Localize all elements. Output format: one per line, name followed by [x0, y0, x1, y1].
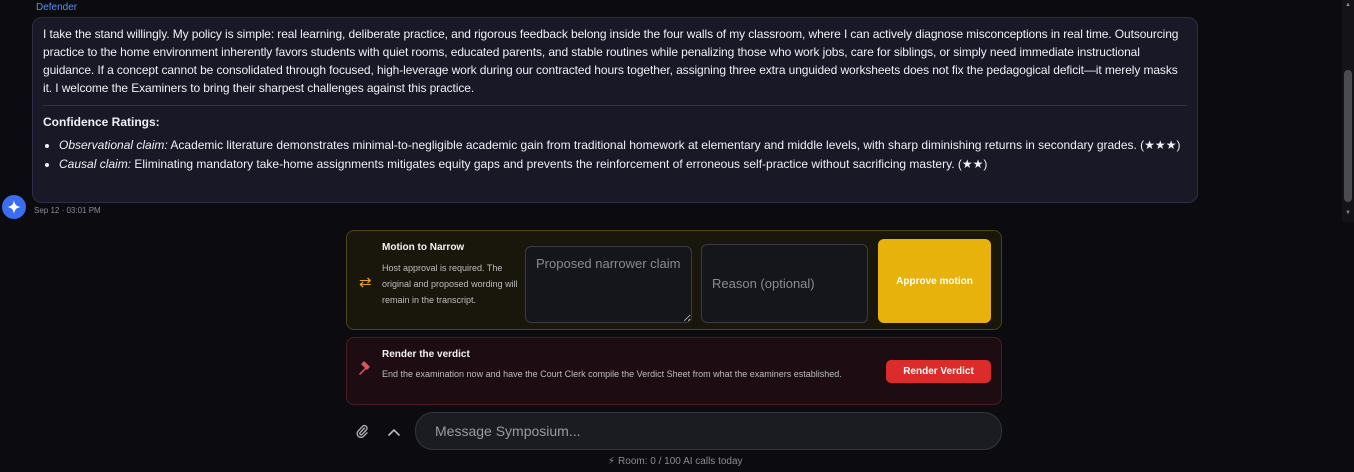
motion-title: Motion to Narrow: [382, 242, 465, 253]
render-verdict-panel: Render the verdict End the examination n…: [346, 337, 1002, 405]
reason-input[interactable]: [701, 244, 868, 323]
verdict-title: Render the verdict: [382, 349, 470, 360]
approve-motion-button[interactable]: Approve motion: [878, 239, 991, 323]
rating-label: Observational claim:: [59, 138, 168, 152]
rating-text: Eliminating mandatory take-home assignme…: [131, 157, 988, 171]
gavel-icon: [358, 360, 374, 380]
usage-status: ⚡︎ Room: 0 / 100 AI calls today: [608, 456, 743, 467]
motion-description: Host approval is required. The original …: [382, 263, 518, 305]
message-paragraph: I take the stand willingly. My policy is…: [43, 27, 1179, 95]
scroll-up-arrow-icon[interactable]: ▲: [1345, 2, 1351, 8]
verdict-description: End the examination now and have the Cou…: [382, 369, 842, 379]
message-bubble: I take the stand willingly. My policy is…: [32, 17, 1198, 203]
narrower-claim-input[interactable]: [525, 246, 692, 323]
render-verdict-button[interactable]: Render Verdict: [886, 360, 991, 383]
motion-to-narrow-panel: ⇄ Motion to Narrow Host approval is requ…: [346, 230, 1002, 330]
avatar: [2, 195, 26, 219]
message-divider: [43, 105, 1187, 106]
message-timestamp: Sep 12 · 03:01 PM: [34, 206, 101, 215]
chat-area: Defender I take the stand willingly. My …: [0, 0, 1342, 222]
sparkle-icon: [7, 200, 21, 214]
swap-arrows-icon: ⇄: [359, 274, 372, 291]
ratings-list: Observational claim: Academic literature…: [43, 136, 1187, 173]
usage-text: Room: 0 / 100 AI calls today: [618, 456, 743, 467]
scroll-thumb[interactable]: [1344, 70, 1352, 202]
scrollbar[interactable]: ▲ ▼: [1342, 0, 1354, 222]
scroll-down-arrow-icon[interactable]: ▼: [1345, 210, 1351, 216]
rating-text: Academic literature demonstrates minimal…: [167, 138, 1181, 152]
sender-name: Defender: [36, 2, 78, 13]
rating-label: Causal claim:: [59, 157, 132, 171]
ratings-heading: Confidence Ratings:: [43, 115, 160, 129]
rating-item: Observational claim: Academic literature…: [59, 136, 1187, 154]
rating-item: Causal claim: Eliminating mandatory take…: [59, 155, 1187, 173]
bolt-icon: ⚡︎: [608, 456, 616, 467]
message-input[interactable]: [415, 412, 1002, 450]
chevron-up-icon[interactable]: [383, 422, 405, 442]
paperclip-icon[interactable]: [352, 422, 372, 442]
